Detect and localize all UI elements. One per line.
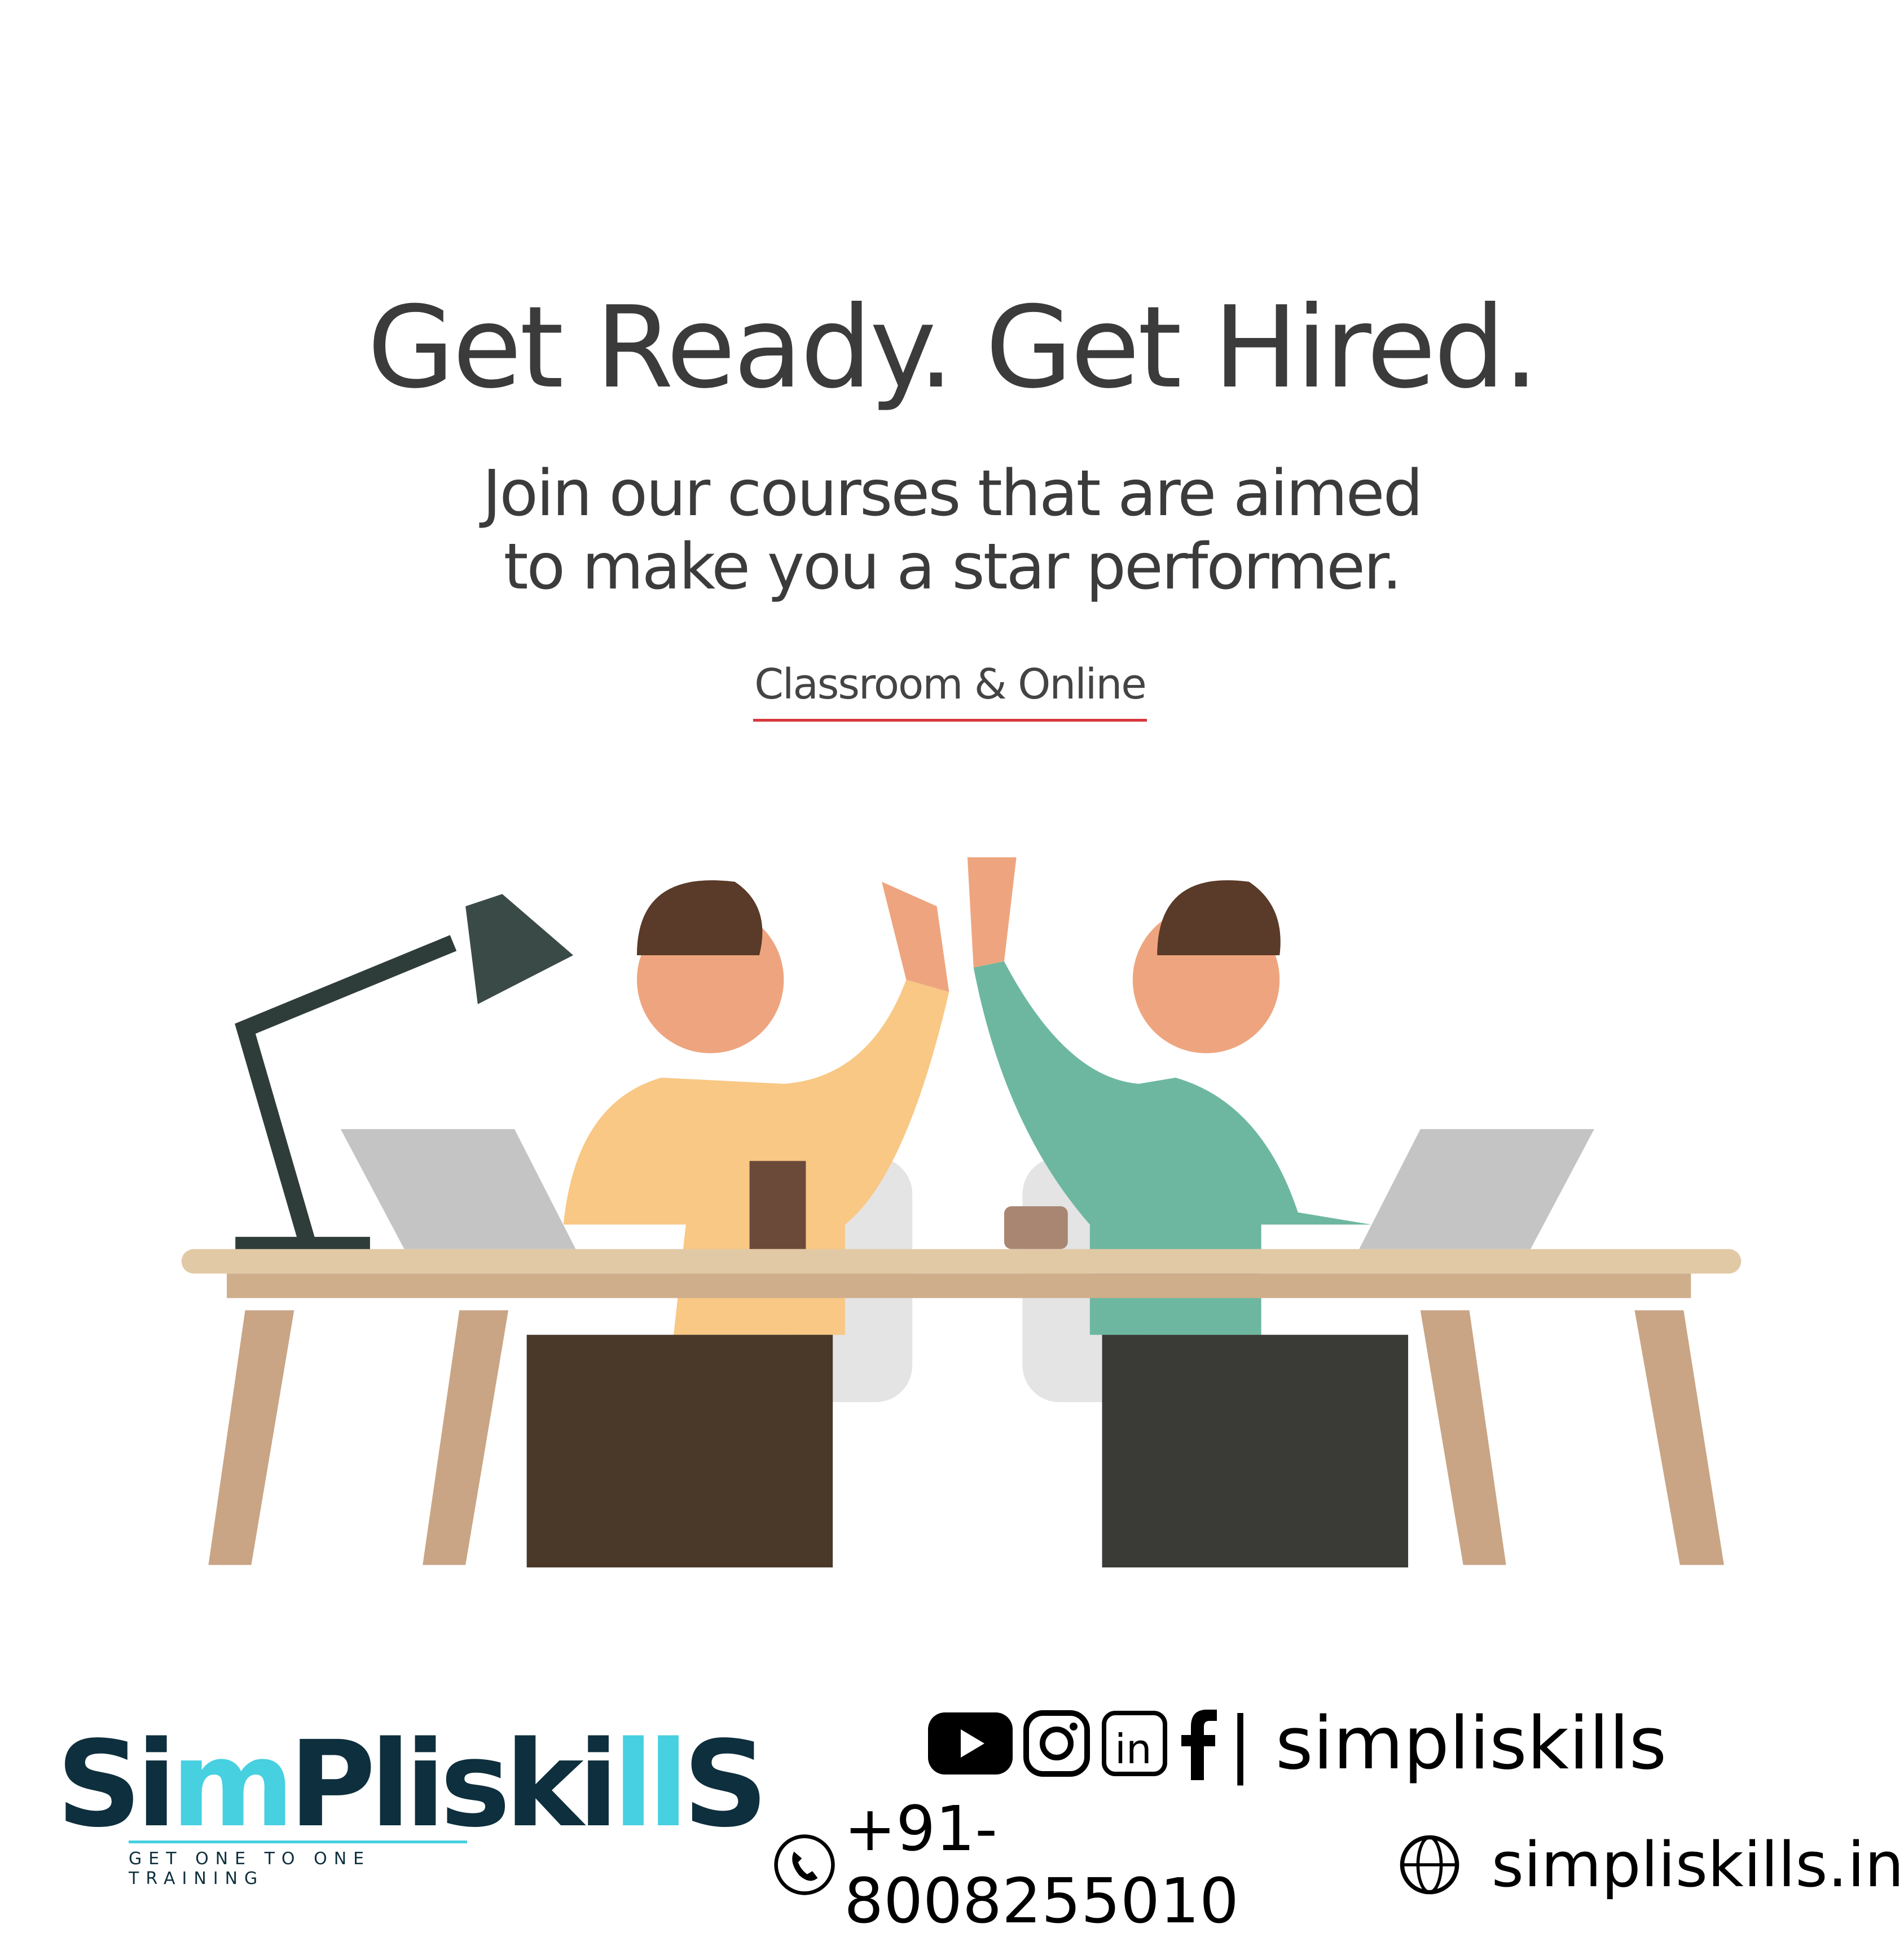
- youtube-icon[interactable]: [928, 1712, 1013, 1775]
- high-five-illustration: [181, 857, 1742, 1567]
- subtitle-line-1: Join our courses that are aimed: [482, 457, 1423, 530]
- website-link[interactable]: simpliskills.in: [1492, 1829, 1904, 1901]
- mug: [1004, 1206, 1068, 1249]
- linkedin-icon[interactable]: in: [1101, 1710, 1168, 1777]
- simpliskills-logo: SimPliskillS: [56, 1715, 768, 1853]
- desk: [181, 1249, 1742, 1565]
- phone-number[interactable]: +91-8008255010: [844, 1793, 1356, 1937]
- subtitle-line-2: to make you a star performer.: [503, 530, 1402, 604]
- contact-info: +91-8008255010 simpliskills.in: [773, 1793, 1904, 1937]
- coffee-cup: [749, 1161, 806, 1249]
- logo-tagline: GET ONE TO ONE TRAINING: [129, 1841, 467, 1888]
- svg-text:in: in: [1115, 1725, 1152, 1773]
- social-handle: | simpliskills: [1228, 1701, 1667, 1786]
- laptop-right: [1359, 1129, 1594, 1249]
- facebook-icon[interactable]: [1179, 1707, 1218, 1780]
- globe-icon: [1400, 1835, 1459, 1895]
- instagram-icon[interactable]: [1023, 1710, 1090, 1777]
- social-links: in | simpliskills: [928, 1701, 1667, 1786]
- mode-label: Classroom & Online: [753, 660, 1147, 722]
- laptop-left: [340, 1129, 576, 1249]
- headline: Get Ready. Get Hired.: [367, 282, 1539, 414]
- phone-icon: [774, 1834, 835, 1895]
